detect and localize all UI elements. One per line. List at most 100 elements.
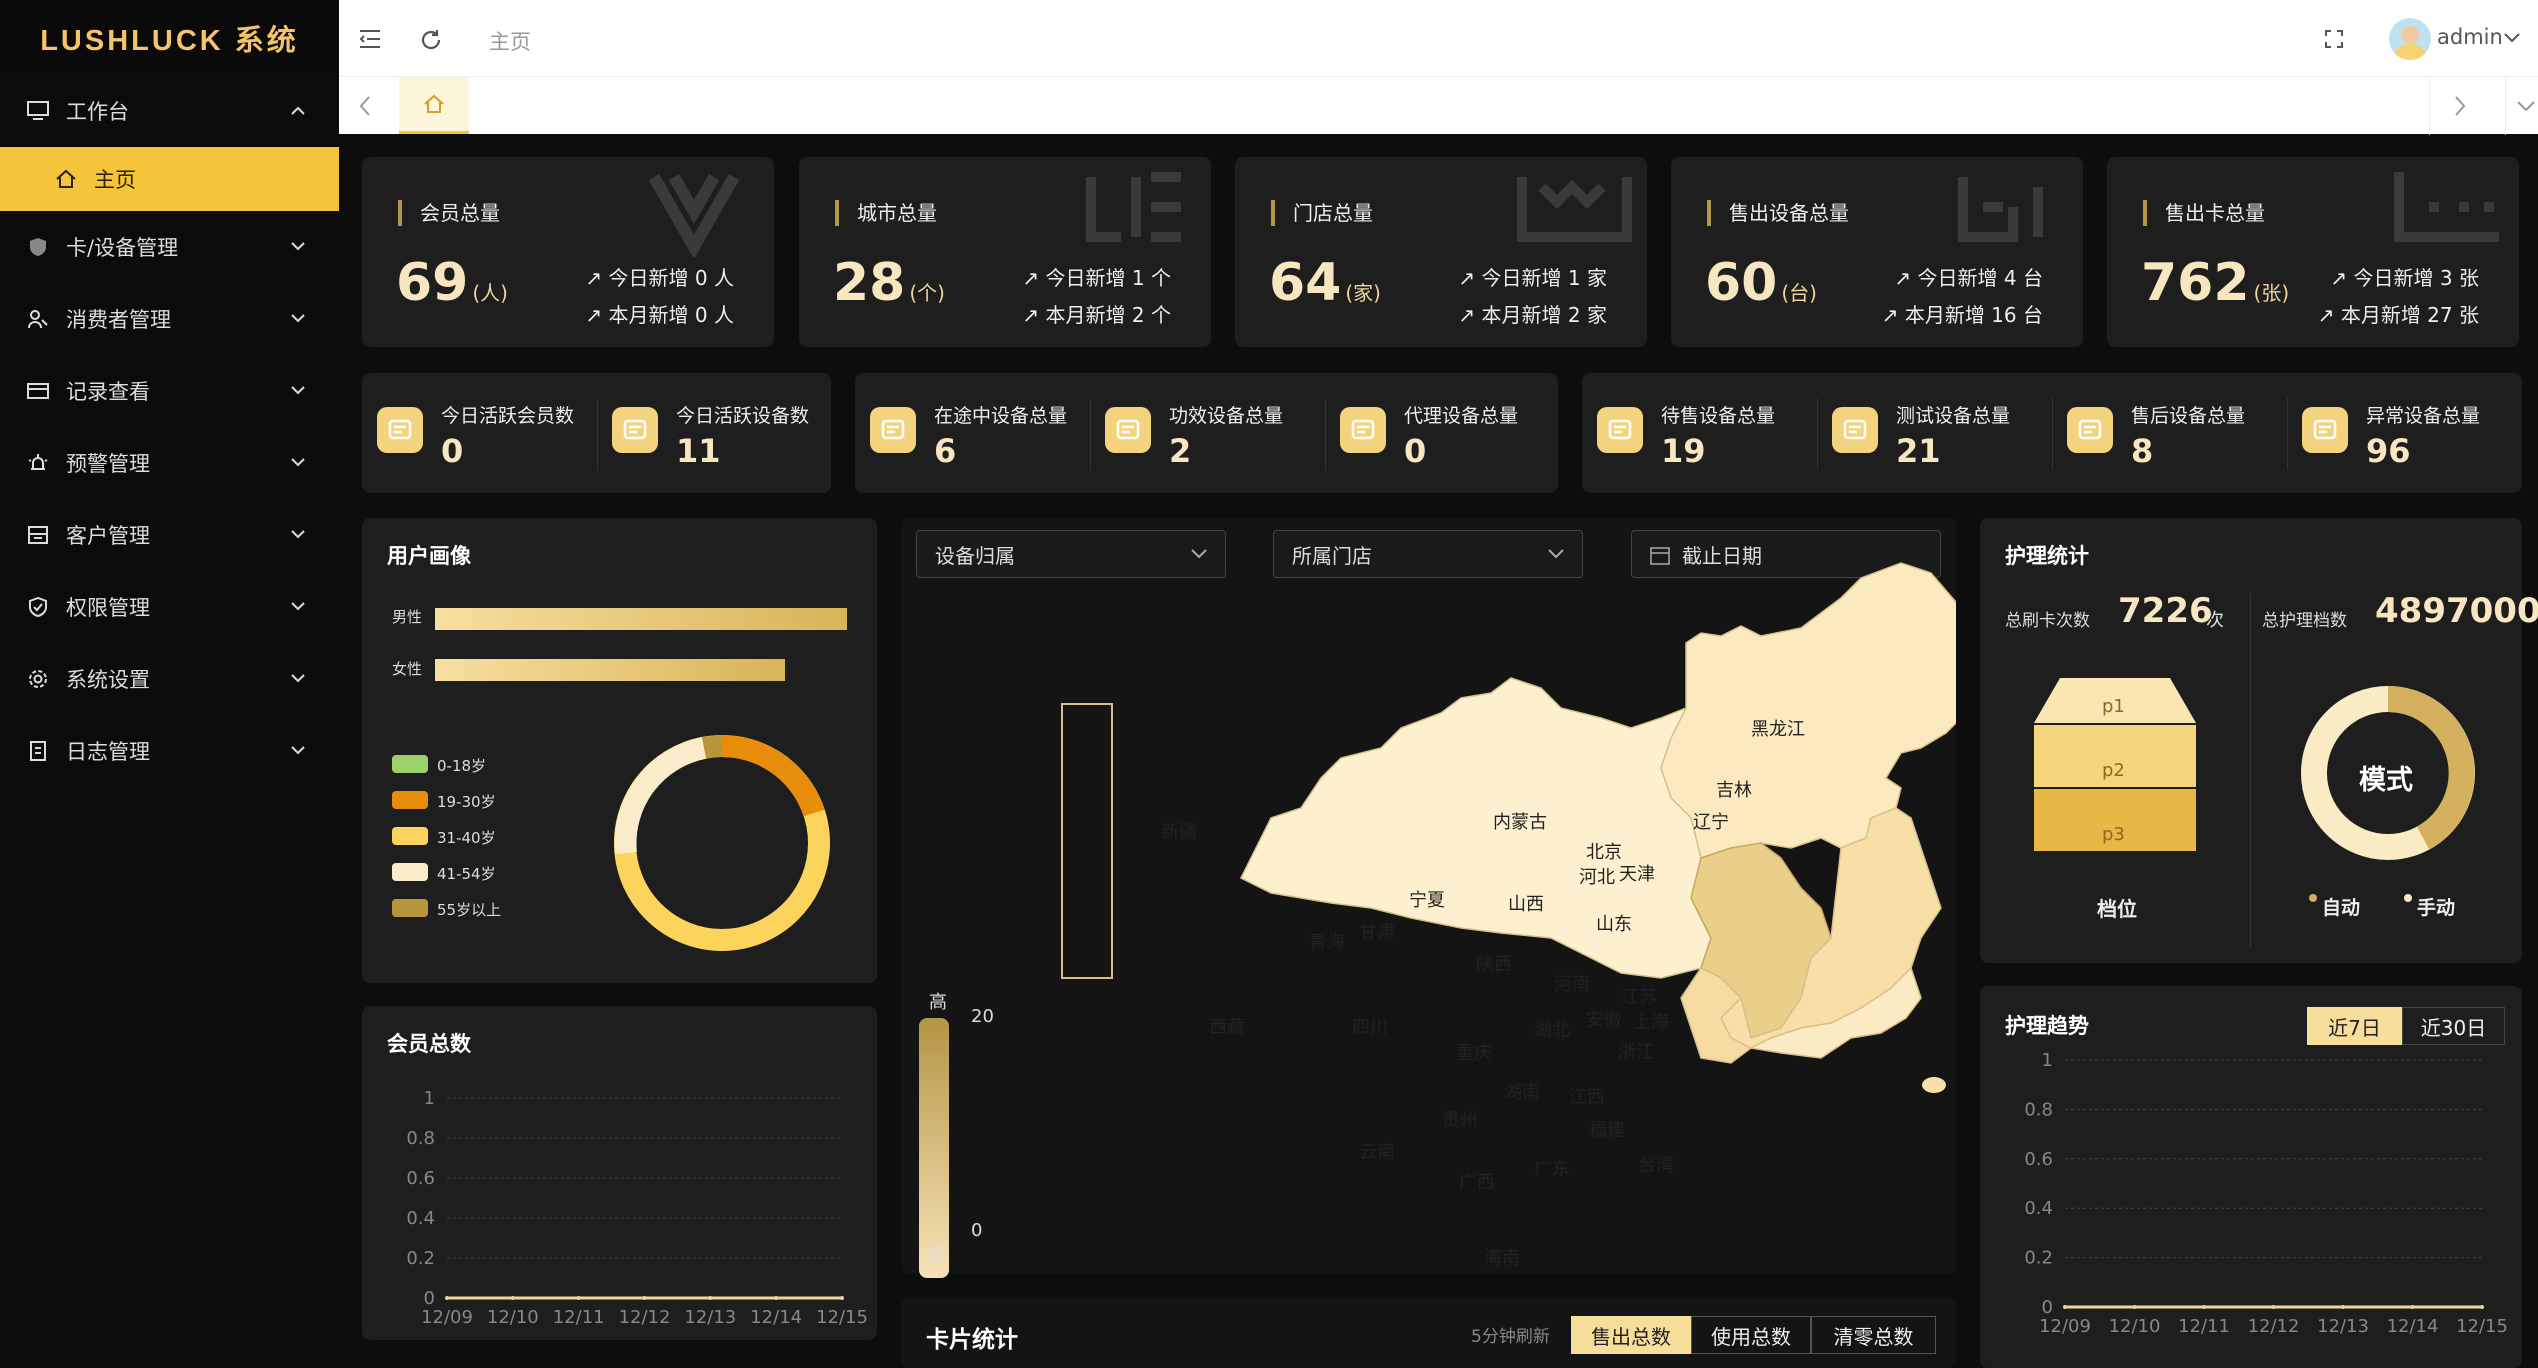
- stat-month: ↗ 本月新增 0 人: [585, 299, 734, 328]
- stat-month: ↗ 本月新增 2 个: [1022, 299, 1171, 328]
- menu-item-7[interactable]: 权限管理: [0, 571, 339, 643]
- data-point: [708, 1296, 713, 1300]
- age-donut: [614, 735, 830, 951]
- fullscreen-icon[interactable]: [2324, 29, 2344, 49]
- pyramid-title: 档位: [2097, 897, 2137, 921]
- mini-stat: 售后设备总量 8: [2067, 373, 2287, 493]
- legend-low: 低: [929, 1245, 947, 1266]
- age-swatch: [392, 827, 428, 845]
- stat-month: ↗ 本月新增 2 家: [1458, 299, 1607, 328]
- age-label: 55岁以上: [437, 901, 502, 919]
- province-label: 内蒙古: [1493, 812, 1547, 833]
- tab-7-days[interactable]: 近7日: [2307, 1007, 2402, 1045]
- stat-today: ↗ 今日新增 4 台: [1894, 262, 2043, 291]
- swipe-label: 总刷卡次数: [2005, 611, 2090, 631]
- mini-label: 待售设备总量: [1661, 405, 1776, 427]
- menu-item-4[interactable]: 记录查看: [0, 355, 339, 427]
- avatar[interactable]: [2389, 18, 2431, 60]
- menu-home[interactable]: 主页: [0, 147, 339, 211]
- watermark-icon: [1958, 177, 2043, 242]
- mini-label: 在途中设备总量: [934, 405, 1068, 427]
- stat-today-text: 今日新增 1 家: [1481, 266, 1607, 290]
- tab-prev-icon[interactable]: [359, 95, 371, 117]
- stat-label: 售出卡总量: [2143, 200, 2265, 226]
- doc-icon: [26, 739, 50, 763]
- gender-bar-male: [435, 608, 847, 630]
- auto-dot: [2309, 894, 2317, 902]
- manual-label: 手动: [2417, 897, 2456, 919]
- sold-total-button[interactable]: 售出总数: [1571, 1316, 1691, 1354]
- data-point: [840, 1296, 844, 1300]
- stat-month-text: 本月新增 2 家: [1481, 303, 1607, 327]
- shield-icon: [26, 235, 50, 259]
- menu-item-8[interactable]: 系统设置: [0, 643, 339, 715]
- alarm-icon: [26, 451, 50, 475]
- tab-bar: [339, 76, 2538, 135]
- device-icon: [1597, 407, 1643, 453]
- chevron-down-icon: [291, 242, 305, 251]
- age-swatch: [392, 863, 428, 881]
- stat-today-text: 今日新增 3 张: [2353, 266, 2479, 290]
- menu-item-9[interactable]: 日志管理: [0, 715, 339, 787]
- x-tick-label: 12/14: [750, 1307, 802, 1328]
- app-logo: LUSHLUCK 系统: [0, 0, 339, 75]
- menu-fold-icon[interactable]: [359, 29, 381, 49]
- stat-card: 城市总量 28 (个) ↗ 今日新增 1 个 ↗ 本月新增 2 个: [799, 157, 1211, 347]
- user-name[interactable]: admin: [2437, 25, 2503, 49]
- menu-workbench[interactable]: 工作台: [0, 75, 339, 147]
- mini-value: 19: [1661, 432, 1706, 470]
- users-icon: [26, 307, 50, 331]
- mini-stat: 功效设备总量 2: [1105, 373, 1325, 493]
- age-swatch: [392, 755, 428, 773]
- province-label: 青海: [1309, 932, 1345, 953]
- device-icon: [1340, 407, 1386, 453]
- province-label: 山西: [1508, 894, 1544, 915]
- shield-check-icon: [26, 595, 50, 619]
- legend-gradient: [919, 1018, 949, 1278]
- refresh-icon[interactable]: [419, 28, 443, 52]
- mini-label: 售后设备总量: [2131, 405, 2246, 427]
- chevron-down-icon: [291, 314, 305, 323]
- x-tick-label: 12/13: [684, 1307, 736, 1328]
- stat-month-text: 本月新增 0 人: [608, 303, 734, 327]
- stat-label: 门店总量: [1271, 200, 1373, 226]
- chevron-down-icon: [291, 530, 305, 539]
- province-label: 福建: [1589, 1120, 1625, 1141]
- tab-next-icon[interactable]: [2454, 95, 2466, 117]
- menu-item-2[interactable]: 卡/设备管理: [0, 211, 339, 283]
- x-tick-label: 12/14: [2387, 1316, 2439, 1337]
- refresh-note: 5分钟刷新: [1471, 1327, 1550, 1347]
- stat-number: 64: [1269, 253, 1342, 313]
- data-point: [2480, 1305, 2484, 1309]
- age-label: 41-54岁: [437, 865, 496, 883]
- breadcrumb[interactable]: 主页: [489, 26, 531, 56]
- data-point: [2271, 1305, 2276, 1309]
- stat-number: 762: [2141, 253, 2250, 313]
- menu-item-3[interactable]: 消费者管理: [0, 283, 339, 355]
- menu-item-5[interactable]: 预警管理: [0, 427, 339, 499]
- province-label: 江西: [1569, 1087, 1605, 1108]
- stat-unit: (张): [2253, 281, 2290, 305]
- used-total-button[interactable]: 使用总数: [1691, 1316, 1811, 1354]
- tab-home[interactable]: [399, 77, 469, 134]
- tab-30-days[interactable]: 近30日: [2402, 1007, 2505, 1045]
- y-tick-label: 0.8: [406, 1128, 435, 1149]
- mini-value: 8: [2131, 432, 2154, 470]
- pyramid-level: p3: [2102, 824, 2125, 845]
- province-label: 浙江: [1618, 1042, 1654, 1063]
- cleared-total-button[interactable]: 清零总数: [1811, 1316, 1936, 1354]
- province-label: 天津: [1619, 864, 1655, 885]
- chevron-down-icon[interactable]: [2504, 32, 2520, 44]
- y-tick-label: 0.4: [2024, 1198, 2053, 1219]
- menu-label: 系统设置: [66, 668, 150, 692]
- province-label: 陕西: [1476, 954, 1512, 975]
- stat-card: 售出设备总量 60 (台) ↗ 今日新增 4 台 ↗ 本月新增 16 台: [1671, 157, 2083, 347]
- menu-item-6[interactable]: 客户管理: [0, 499, 339, 571]
- stat-month: ↗ 本月新增 16 台: [1882, 299, 2043, 328]
- stat-today-text: 今日新增 4 台: [1917, 266, 2043, 290]
- menu-label: 工作台: [66, 100, 129, 124]
- age-swatch: [392, 899, 428, 917]
- tab-more-icon[interactable]: [2517, 100, 2535, 112]
- divider: [2052, 398, 2053, 470]
- gear-icon: [26, 667, 50, 691]
